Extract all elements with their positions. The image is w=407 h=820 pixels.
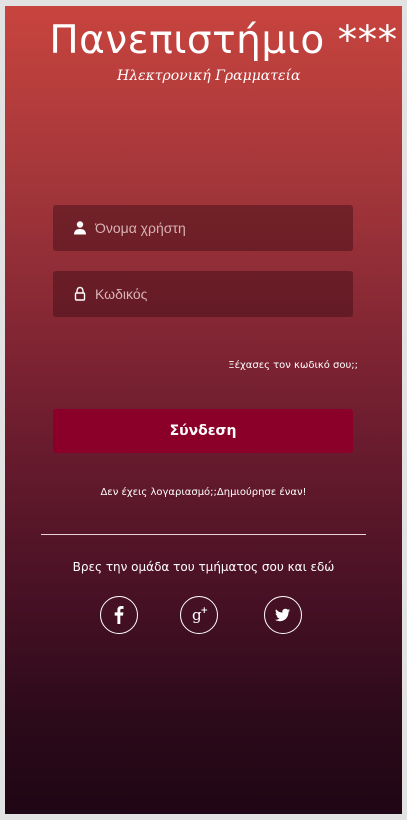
password-input[interactable] — [95, 271, 345, 317]
facebook-button[interactable] — [100, 596, 138, 634]
password-field[interactable] — [53, 271, 353, 317]
svg-text:+: + — [201, 606, 209, 616]
divider — [41, 534, 366, 535]
google-plus-button[interactable]: g + — [180, 596, 218, 634]
signup-prompt: Δεν έχεις λογαριασμό;;Δημιούρησε έναν! — [5, 487, 402, 498]
facebook-icon — [114, 606, 124, 624]
social-heading: Βρες την ομάδα του τμήματος σου και εδώ — [72, 560, 335, 574]
signup-text: Δεν έχεις λογαριασμό;; — [100, 487, 217, 498]
page-title: Πανεπιστήμιο *** — [49, 18, 398, 63]
login-panel: Πανεπιστήμιο *** Ηλεκτρονική Γραμματεία … — [5, 6, 402, 814]
page-subtitle: Ηλεκτρονική Γραμματεία — [117, 68, 301, 84]
forgot-password-link[interactable]: Ξέχασες τον κωδικό σου;; — [228, 360, 358, 371]
twitter-icon — [275, 608, 290, 622]
lock-icon — [74, 286, 86, 301]
username-input[interactable] — [95, 205, 345, 251]
user-icon — [74, 221, 86, 235]
google-plus-icon: g + — [192, 606, 209, 624]
twitter-button[interactable] — [264, 596, 302, 634]
username-field[interactable] — [53, 205, 353, 251]
signup-link[interactable]: Δημιούρησε έναν! — [217, 487, 307, 498]
login-button[interactable]: Σύνδεση — [53, 409, 353, 453]
